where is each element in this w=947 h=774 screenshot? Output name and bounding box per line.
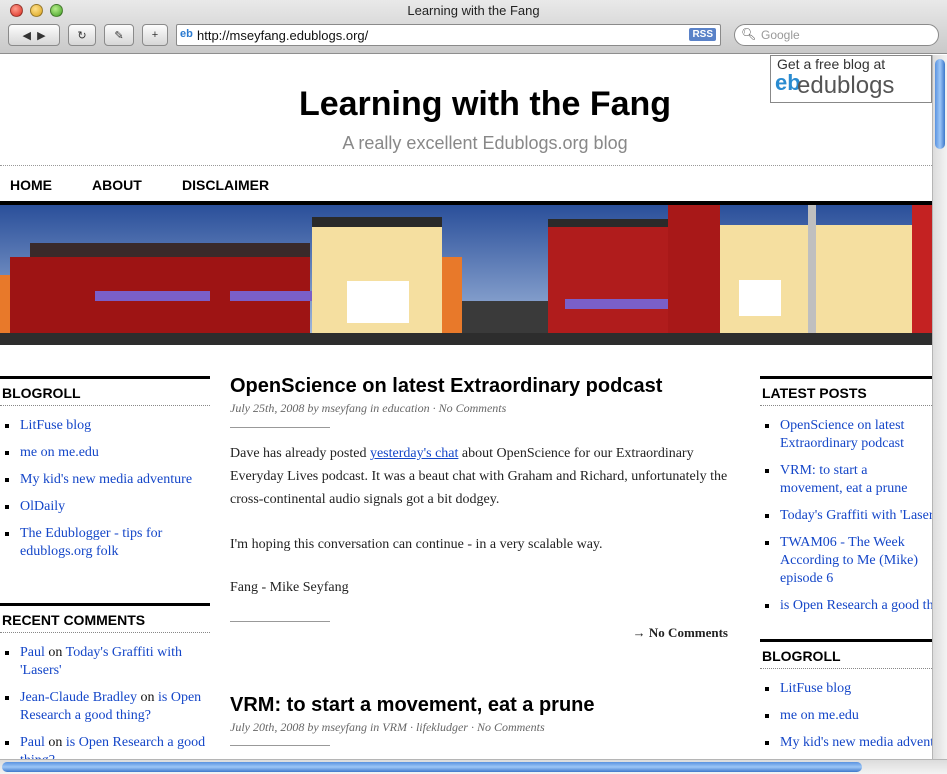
- latest-post-link[interactable]: Today's Graffiti with 'Lasers': [780, 508, 932, 523]
- recent-comments-list: Paul on Today's Graffiti with 'Lasers' J…: [0, 644, 212, 759]
- bookmark-icon: ✎: [114, 29, 124, 42]
- address-bar[interactable]: eb http://mseyfang.edublogs.org/ RSS: [176, 24, 721, 46]
- post-date: July 25th, 2008 by mseyfang in education…: [230, 401, 436, 415]
- search-field[interactable]: 🔍︎ Google: [734, 24, 939, 46]
- blogroll-list: LitFuse blog me on me.edu My kid's new m…: [0, 417, 210, 570]
- blogroll-link[interactable]: me on me.edu: [20, 445, 99, 460]
- list-item: My kid's new media adventure: [0, 471, 210, 489]
- recent-comments-heading: RECENT COMMENTS: [0, 603, 210, 633]
- bookmark-button[interactable]: ✎: [104, 24, 134, 46]
- add-bookmark-button[interactable]: +: [142, 24, 168, 46]
- post-meta: July 20th, 2008 by mseyfang in VRM · lif…: [230, 720, 545, 735]
- back-forward-buttons[interactable]: ◀ ▶: [8, 24, 60, 46]
- latest-post-link[interactable]: VRM: to start a movement, eat a prune: [780, 463, 908, 496]
- list-item: me on me.edu: [0, 444, 210, 462]
- plus-icon: +: [151, 29, 159, 41]
- comment-on: on: [140, 690, 155, 705]
- list-item: Jean-Claude Bradley on is Open Research …: [0, 689, 212, 725]
- reload-button[interactable]: ↻: [68, 24, 96, 46]
- browser-toolbar: Learning with the Fang ◀ ▶ ↻ ✎ + eb http…: [0, 0, 947, 54]
- comment-author[interactable]: Paul: [20, 735, 45, 750]
- post-divider: [230, 745, 330, 746]
- post-title[interactable]: VRM: to start a movement, eat a prune: [230, 694, 595, 717]
- horizontal-scroll-thumb[interactable]: [2, 762, 862, 772]
- header-image: [0, 205, 932, 345]
- nav-about[interactable]: ABOUT: [92, 177, 142, 193]
- post-meta: July 25th, 2008 by mseyfang in education…: [230, 401, 506, 416]
- site-tagline: A really excellent Edublogs.org blog: [342, 133, 628, 153]
- blogroll-link[interactable]: My kid's new media adventure: [20, 472, 192, 487]
- nav-home[interactable]: HOME: [10, 177, 52, 193]
- list-item: TWAM06 - The Week According to Me (Mike)…: [760, 534, 932, 588]
- url-text[interactable]: http://mseyfang.edublogs.org/: [197, 28, 368, 43]
- blogroll-link[interactable]: LitFuse blog: [20, 418, 91, 433]
- reload-icon: ↻: [77, 29, 87, 42]
- site-title[interactable]: Learning with the Fang: [0, 85, 932, 124]
- search-icon[interactable]: 🔍︎: [741, 27, 756, 41]
- list-item: OlDaily: [0, 498, 210, 516]
- list-item: is Open Research a good thing?: [760, 597, 932, 615]
- list-item: LitFuse blog: [760, 680, 932, 698]
- blogroll-link[interactable]: LitFuse blog: [780, 681, 851, 696]
- right-blogroll-list: LitFuse blog me on me.edu My kid's new m…: [760, 680, 932, 759]
- post-divider: [230, 427, 330, 428]
- latest-posts-list: OpenScience on latest Extraordinary podc…: [760, 417, 932, 624]
- comment-author[interactable]: Paul: [20, 645, 45, 660]
- nav-disclaimer[interactable]: DISCLAIMER: [182, 177, 269, 193]
- post-date: July 20th, 2008 by mseyfang in VRM · lif…: [230, 720, 474, 734]
- post-paragraph: Dave has already posted yesterday's chat…: [230, 442, 730, 511]
- comment-on: on: [48, 735, 63, 750]
- post-signature: Fang - Mike Seyfang: [230, 580, 349, 595]
- list-item: me on me.edu: [760, 707, 932, 725]
- list-item: Paul on is Open Research a good thing?: [0, 734, 212, 759]
- list-item: The Edublogger - tips for edublogs.org f…: [0, 525, 210, 561]
- latest-post-link[interactable]: is Open Research a good thing?: [780, 598, 932, 613]
- blogroll-link[interactable]: OlDaily: [20, 499, 65, 514]
- list-item: LitFuse blog: [0, 417, 210, 435]
- list-item: Today's Graffiti with 'Lasers': [760, 507, 932, 525]
- post-comments-link[interactable]: No Comments: [439, 401, 507, 415]
- latest-post-link[interactable]: TWAM06 - The Week According to Me (Mike)…: [780, 535, 918, 586]
- blogroll-heading: BLOGROLL: [0, 376, 210, 406]
- list-item: OpenScience on latest Extraordinary podc…: [760, 417, 932, 453]
- window-title: Learning with the Fang: [407, 3, 540, 18]
- search-placeholder: Google: [761, 28, 800, 42]
- list-item: VRM: to start a movement, eat a prune: [760, 462, 932, 498]
- blogroll-link[interactable]: My kid's new media adventure: [780, 735, 932, 750]
- blogroll-link[interactable]: me on me.edu: [780, 708, 859, 723]
- web-page: Get a free blog at eb edublogs Learning …: [0, 55, 932, 759]
- list-item: Paul on Today's Graffiti with 'Lasers': [0, 644, 212, 680]
- vertical-scrollbar[interactable]: [932, 55, 947, 759]
- blogroll-link[interactable]: The Edublogger - tips for edublogs.org f…: [20, 526, 162, 559]
- comment-on: on: [48, 645, 63, 660]
- site-favicon-icon: eb: [180, 28, 193, 40]
- back-arrow-icon[interactable]: ◀: [22, 29, 30, 42]
- comment-author[interactable]: Jean-Claude Bradley: [20, 690, 137, 705]
- forward-arrow-icon[interactable]: ▶: [37, 29, 45, 42]
- nav-divider: [0, 165, 932, 166]
- horizontal-scrollbar[interactable]: [0, 759, 947, 774]
- comment-post-link[interactable]: Today's Graffiti with 'Lasers': [20, 645, 182, 678]
- post-divider: [230, 621, 330, 622]
- latest-post-link[interactable]: OpenScience on latest Extraordinary podc…: [780, 418, 904, 451]
- post-comments-link[interactable]: No Comments: [477, 720, 545, 734]
- list-item: My kid's new media adventure: [760, 734, 932, 752]
- rss-button[interactable]: RSS: [689, 28, 716, 41]
- yesterdays-chat-link[interactable]: yesterday's chat: [370, 446, 458, 461]
- post-title[interactable]: OpenScience on latest Extraordinary podc…: [230, 375, 662, 398]
- post-paragraph: I'm hoping this conversation can continu…: [230, 537, 603, 552]
- post-footer-comments[interactable]: → No Comments: [430, 625, 728, 641]
- vertical-scroll-thumb[interactable]: [935, 59, 945, 149]
- paragraph-text: Dave has already posted: [230, 446, 370, 461]
- latest-posts-heading: LATEST POSTS: [760, 376, 932, 406]
- right-blogroll-heading: BLOGROLL: [760, 639, 932, 669]
- browser-window: Learning with the Fang ◀ ▶ ↻ ✎ + eb http…: [0, 0, 947, 774]
